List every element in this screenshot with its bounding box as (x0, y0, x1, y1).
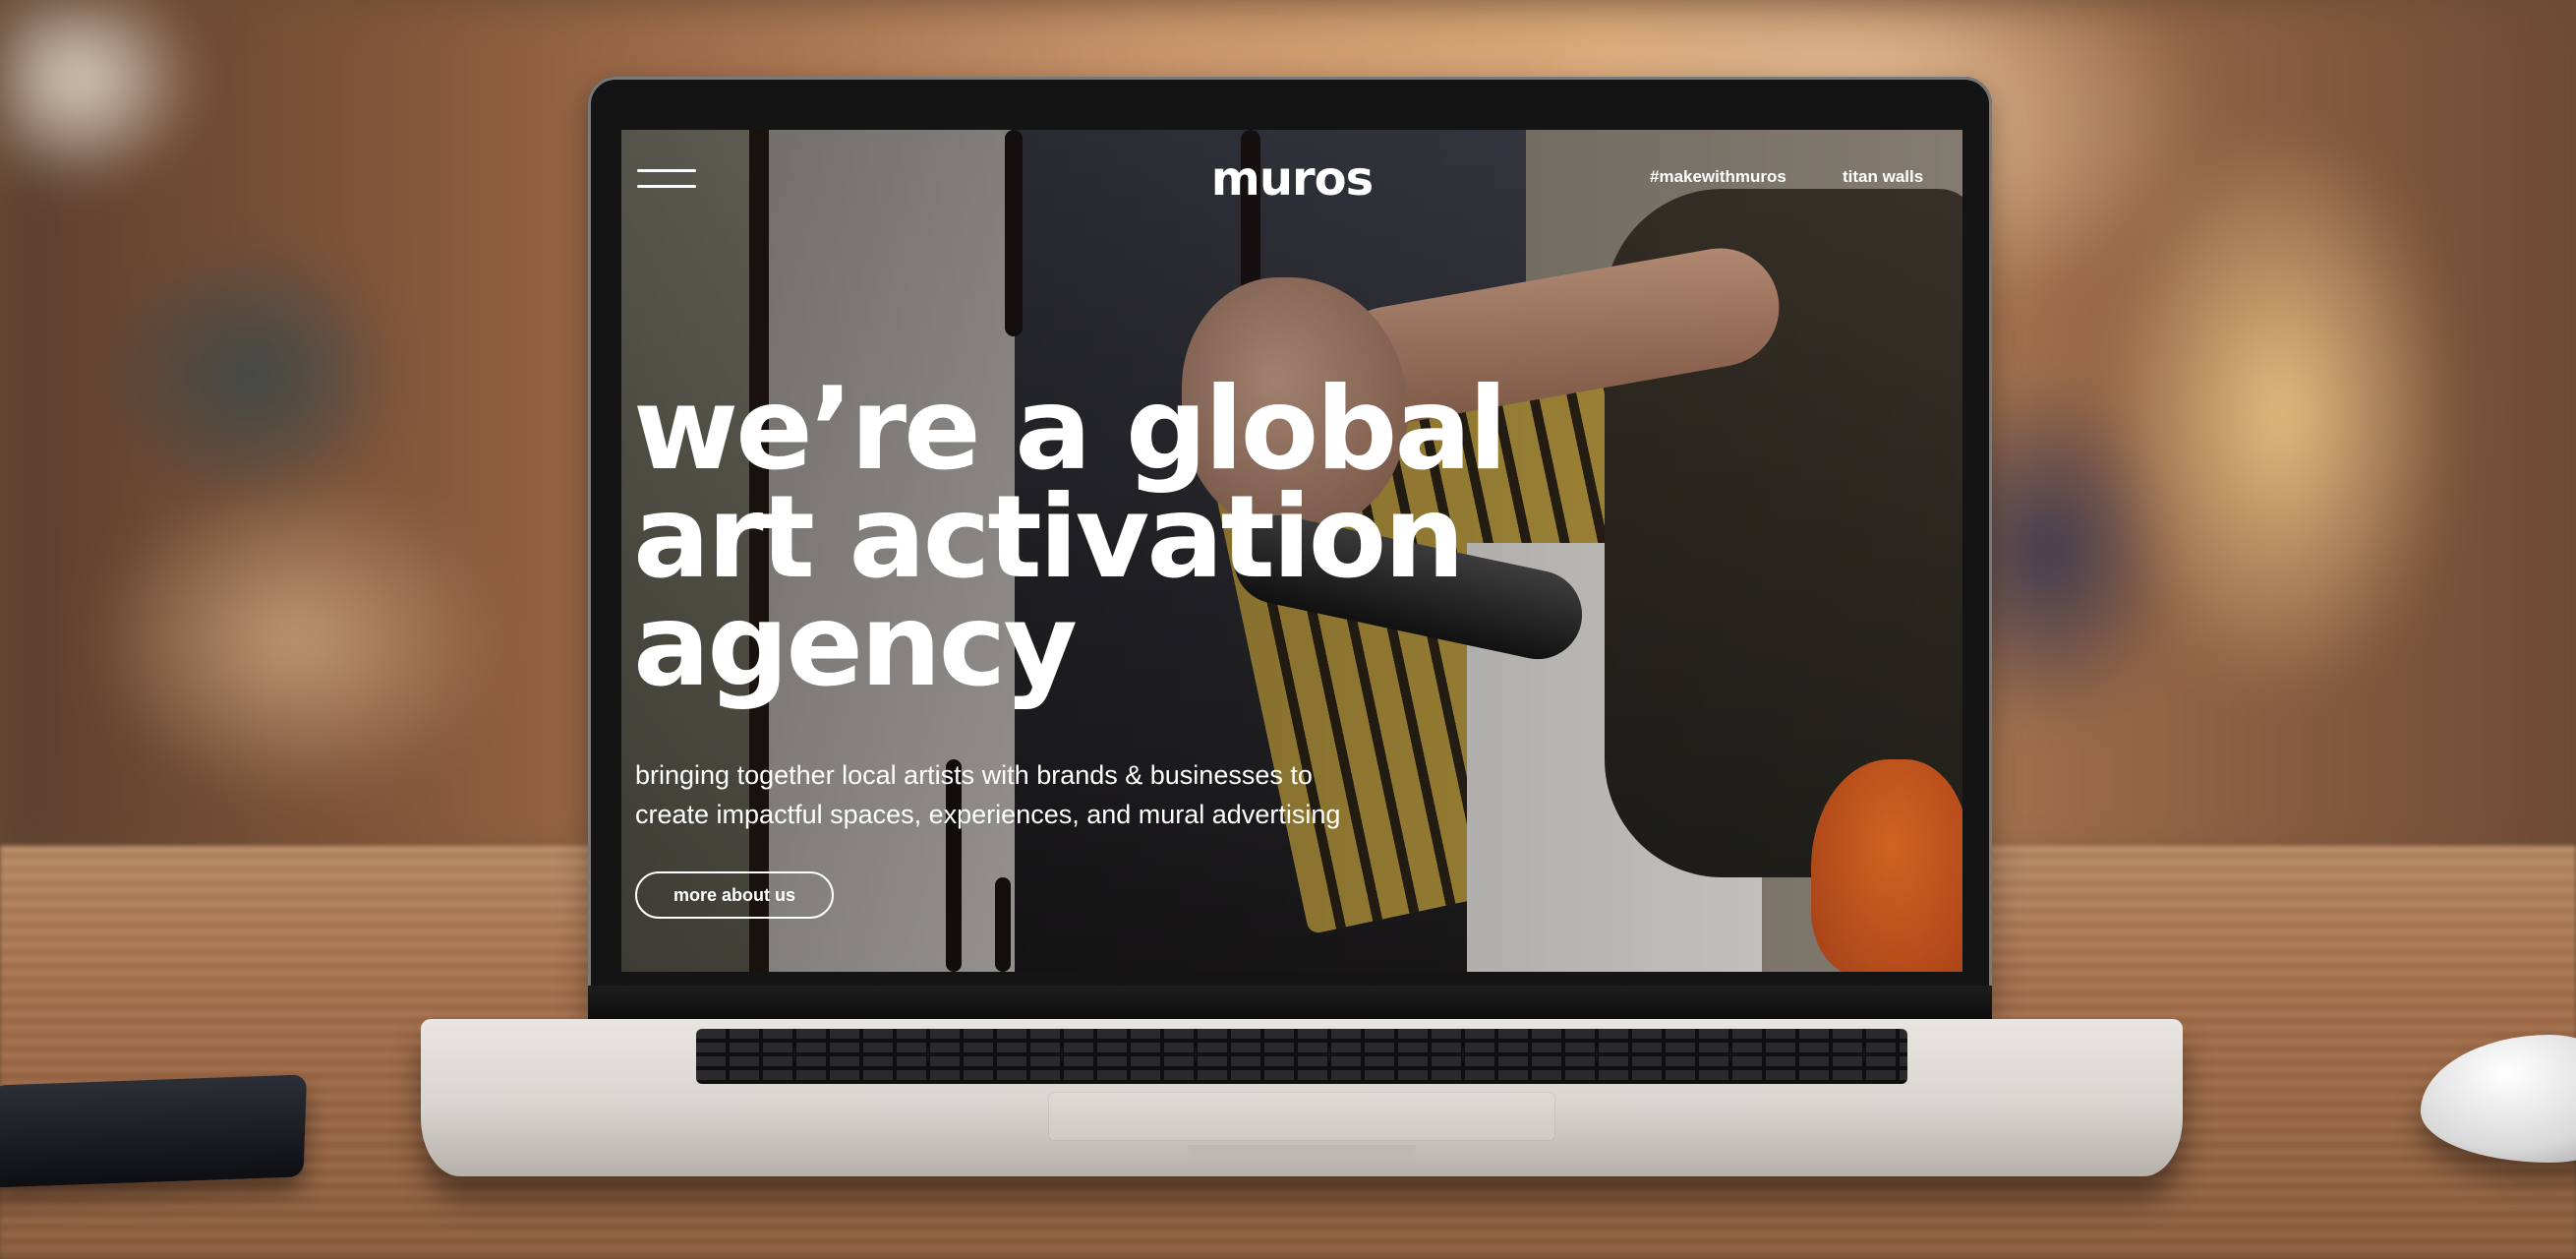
site-logo[interactable]: muros (1172, 151, 1412, 207)
hero-title: we’re a global art activation agency (633, 363, 1616, 712)
hero-title-line: we’re a global (633, 363, 1507, 496)
laptop-base (421, 1019, 2183, 1176)
hero-subtitle: bringing together local artists with bra… (635, 755, 1520, 834)
hero-subtitle-line: create impactful spaces, experiences, an… (635, 800, 1341, 829)
smartphone (0, 1074, 308, 1188)
nav-link-makewithmuros[interactable]: #makewithmuros (1650, 167, 1786, 187)
laptop-keyboard (696, 1029, 1907, 1084)
hero-subtitle-line: bringing together local artists with bra… (635, 760, 1313, 790)
nav-link-titan-walls[interactable]: titan walls (1843, 167, 1923, 187)
laptop-hinge (588, 986, 1992, 1021)
hamburger-menu-icon[interactable] (637, 165, 696, 193)
laptop-trackpad (1048, 1092, 1555, 1141)
hero-title-line: art activation (633, 471, 1465, 604)
laptop-notch (1188, 1145, 1416, 1159)
more-about-us-button[interactable]: more about us (635, 871, 834, 919)
website-screen: muros #makewithmuros titan walls we’re a… (621, 130, 1962, 972)
hero-title-line: agency (633, 579, 1078, 712)
